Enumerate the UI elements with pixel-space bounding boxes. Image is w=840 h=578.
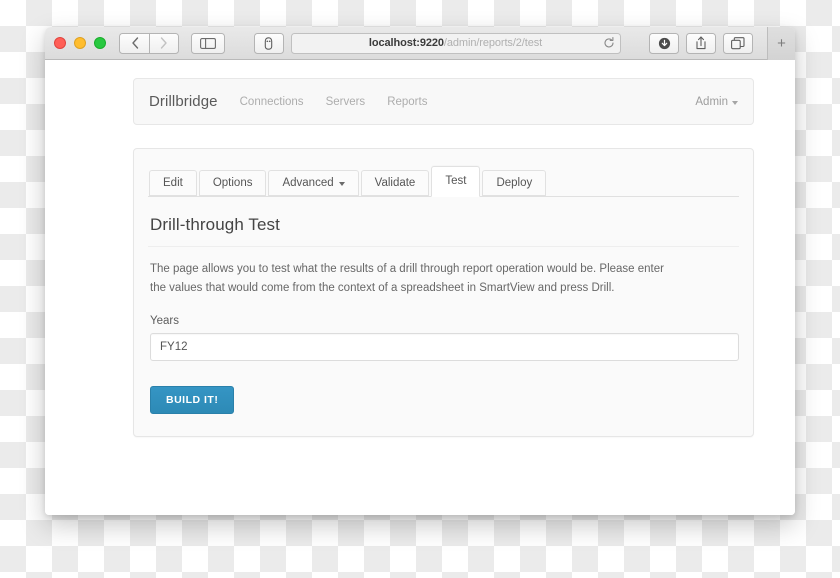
nav-link-connections[interactable]: Connections	[240, 96, 304, 108]
report-tabs: Edit Options Advanced Validate Test Depl…	[148, 165, 739, 197]
tab-deploy[interactable]: Deploy	[482, 170, 547, 196]
url-path: /admin/reports/2/test	[443, 37, 543, 49]
chevron-down-icon	[338, 182, 345, 186]
build-it-button[interactable]: BUILD IT!	[150, 386, 235, 415]
page-title: Drill-through Test	[148, 215, 739, 247]
tab-deploy-label: Deploy	[496, 176, 533, 189]
show-sidebar-button[interactable]	[191, 32, 225, 54]
address-bar-area: localhost:9220/admin/reports/2/test	[225, 32, 649, 54]
tabs-icon	[731, 36, 745, 49]
web-page-content: Drillbridge Connections Servers Reports …	[45, 60, 795, 515]
new-tab-button[interactable]: +	[767, 27, 795, 60]
tab-test[interactable]: Test	[431, 166, 481, 197]
tab-validate[interactable]: Validate	[360, 170, 430, 196]
chevron-down-icon	[732, 100, 738, 105]
admin-menu-label: Admin	[695, 95, 728, 108]
window-controls	[54, 37, 106, 49]
reload-arrow-icon	[604, 37, 614, 48]
app-navbar: Drillbridge Connections Servers Reports …	[133, 78, 754, 125]
downloads-button[interactable]	[649, 32, 679, 54]
show-all-tabs-button[interactable]	[723, 32, 753, 54]
tab-options-label: Options	[212, 176, 253, 189]
nav-link-reports[interactable]: Reports	[387, 96, 427, 108]
sidebar-icon	[200, 37, 216, 49]
years-input[interactable]	[150, 333, 739, 362]
reader-icon	[264, 36, 273, 50]
brand-logo[interactable]: Drillbridge	[149, 93, 218, 110]
years-form-group: Years	[150, 315, 739, 362]
address-bar[interactable]: localhost:9220/admin/reports/2/test	[290, 32, 621, 54]
forward-button[interactable]	[149, 32, 179, 54]
close-window-button[interactable]	[54, 37, 66, 49]
years-label: Years	[150, 315, 179, 328]
tab-advanced[interactable]: Advanced	[268, 170, 359, 196]
tab-validate-label: Validate	[374, 176, 416, 189]
url-text: localhost:9220/admin/reports/2/test	[369, 37, 542, 49]
tab-test-label: Test	[445, 175, 467, 188]
download-icon	[658, 37, 670, 49]
intro-paragraph: The page allows you to test what the res…	[150, 263, 664, 294]
toolbar-right-actions: +	[649, 27, 795, 60]
report-panel: Edit Options Advanced Validate Test Depl…	[133, 148, 754, 438]
reload-icon[interactable]	[603, 37, 615, 49]
chevron-right-icon	[160, 37, 167, 49]
admin-menu[interactable]: Admin	[695, 96, 738, 108]
tab-edit-label: Edit	[163, 176, 183, 189]
zoom-window-button[interactable]	[94, 37, 106, 49]
share-button[interactable]	[686, 32, 716, 54]
nav-link-servers[interactable]: Servers	[326, 96, 366, 108]
navigation-buttons	[119, 32, 179, 54]
url-host: localhost:9220	[368, 37, 444, 49]
navbar-links: Connections Servers Reports	[240, 96, 428, 108]
tab-options[interactable]: Options	[198, 170, 267, 196]
back-button[interactable]	[119, 32, 149, 54]
minimize-window-button[interactable]	[74, 37, 86, 49]
browser-toolbar: localhost:9220/admin/reports/2/test +	[45, 27, 795, 60]
tab-advanced-label: Advanced	[282, 176, 334, 189]
chevron-left-icon	[131, 37, 138, 49]
reader-view-button[interactable]	[253, 32, 284, 54]
browser-window: localhost:9220/admin/reports/2/test + Dr…	[45, 27, 795, 515]
tab-edit[interactable]: Edit	[149, 170, 197, 196]
share-icon	[696, 36, 706, 50]
